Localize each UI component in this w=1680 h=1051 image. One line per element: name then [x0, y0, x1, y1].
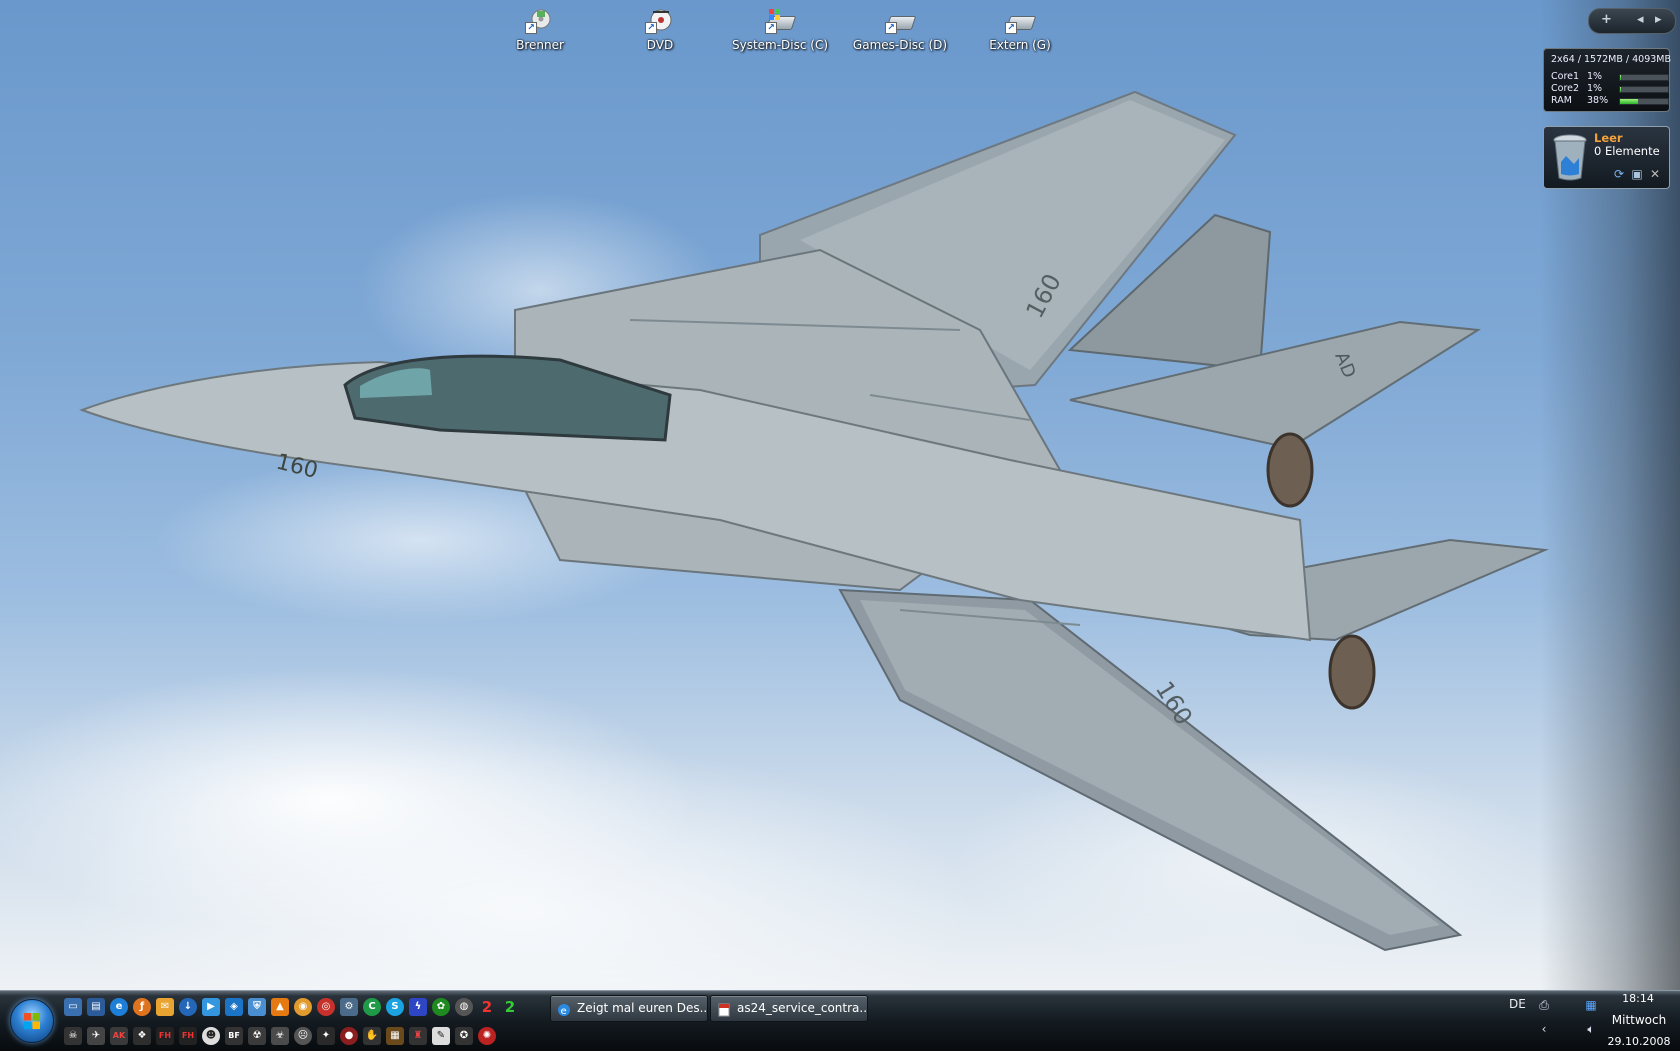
dvd-icon: ↗	[645, 8, 675, 34]
desktop-icon-extern[interactable]: ↗ Extern (G)	[965, 8, 1075, 56]
window-switch-icon[interactable]: ▤	[87, 998, 105, 1016]
game-icon-17[interactable]: ✺	[478, 1027, 496, 1045]
game-icon-8[interactable]: ☣	[271, 1027, 289, 1045]
jet-wallpaper-image: 160 160 160 AD	[79, 90, 1549, 952]
printer-icon[interactable]: ⎙	[1536, 997, 1552, 1013]
sidebar-next-button[interactable]: ▸	[1655, 12, 1662, 27]
desktop-wallpaper: 160 160 160 AD	[0, 0, 1680, 990]
ie-icon: e	[557, 1001, 571, 1017]
drive-icon: ↗	[765, 8, 797, 34]
taskbar: ▭ ▤ e ƒ ✉ ↓ ▶ ◈ ⛨ ▲ ◉ ◎ ⚙ C S ϟ ✿ ◍ 2 2 …	[0, 990, 1680, 1051]
volume-icon[interactable]: 🔈︎	[1583, 1021, 1599, 1037]
network-icon[interactable]: ▦	[1583, 997, 1599, 1013]
task-button-pdf[interactable]: as24_service_contra...	[710, 995, 868, 1022]
game-2-green-icon[interactable]: 2	[501, 998, 519, 1016]
drive-icon: ↗	[885, 8, 917, 34]
clock-date[interactable]: 29.10.2008	[1604, 1035, 1674, 1048]
desktop-icon-system-disc[interactable]: ↗ System-Disc (C)	[725, 8, 835, 56]
mail-icon[interactable]: ✉	[156, 998, 174, 1016]
empty-bin-icon[interactable]: ✕	[1648, 167, 1662, 181]
internet-explorer-icon[interactable]: e	[110, 998, 128, 1016]
recycle-bin-gadget[interactable]: Leer 0 Elemente ⟳ ▣ ✕	[1543, 126, 1670, 189]
messenger-icon[interactable]: ◈	[225, 998, 243, 1016]
utorrent-icon[interactable]: ✿	[432, 998, 450, 1016]
game-icon-6[interactable]: BF	[225, 1027, 243, 1045]
firefox-icon[interactable]: ƒ	[133, 998, 151, 1016]
desktop-icon-brenner[interactable]: ↗ Brenner	[485, 8, 595, 56]
game-icon-9[interactable]: ☹	[294, 1027, 312, 1045]
recycle-bin-icon	[1553, 134, 1587, 181]
steam-icon[interactable]: ◍	[455, 998, 473, 1016]
game-icon-2[interactable]: ✈	[87, 1027, 105, 1045]
sidebar-prev-button[interactable]: ◂	[1637, 12, 1644, 27]
game-icon-10[interactable]: ✦	[317, 1027, 335, 1045]
core1-meter: Core1 1%	[1551, 71, 1669, 82]
drive-icon: ↗	[1005, 8, 1037, 34]
game-icon-7[interactable]: ☢	[248, 1027, 266, 1045]
refresh-icon[interactable]: ⟳	[1612, 167, 1626, 181]
pdf-icon	[717, 1001, 731, 1017]
burner-icon: ↗	[525, 8, 555, 34]
game-2-red-icon[interactable]: 2	[478, 998, 496, 1016]
game-icon-14[interactable]: ♜	[409, 1027, 427, 1045]
vlc-icon[interactable]: ▲	[271, 998, 289, 1016]
game-icon-11[interactable]: ●	[340, 1027, 358, 1045]
open-bin-icon[interactable]: ▣	[1630, 167, 1644, 181]
desktop-icon-games-disc[interactable]: ↗ Games-Disc (D)	[845, 8, 955, 56]
recycle-bin-count: 0 Elemente	[1594, 144, 1660, 158]
skype-icon[interactable]: S	[386, 998, 404, 1016]
desktop-icon-dvd[interactable]: ↗ DVD	[605, 8, 715, 56]
core2-meter: Core2 1%	[1551, 83, 1669, 94]
cpu-meter-gadget[interactable]: 2x64 / 1572MB / 4093MB Core1 1% Core2 1%…	[1543, 48, 1672, 112]
clock-day[interactable]: Mittwoch	[1604, 1013, 1674, 1027]
windows-logo-icon	[24, 1013, 40, 1029]
cpu-meter-header: 2x64 / 1572MB / 4093MB	[1551, 54, 1672, 65]
game-icon-15[interactable]: ✎	[432, 1027, 450, 1045]
audio-icon[interactable]: ◉	[294, 998, 312, 1016]
show-hidden-icons-icon[interactable]: ‹	[1536, 1021, 1552, 1037]
game-icon-13[interactable]: ▦	[386, 1027, 404, 1045]
nero-icon[interactable]: ◎	[317, 998, 335, 1016]
show-desktop-icon[interactable]: ▭	[64, 998, 82, 1016]
game-icon-1[interactable]: ☠	[64, 1027, 82, 1045]
clock-time[interactable]: 18:14	[1620, 992, 1656, 1005]
winamp-icon[interactable]: ϟ	[409, 998, 427, 1016]
task-button-browser[interactable]: e Zeigt mal euren Des...	[550, 995, 708, 1022]
media-player-icon[interactable]: ▶	[202, 998, 220, 1016]
network-tool-icon[interactable]: ⚙	[340, 998, 358, 1016]
download-icon[interactable]: ↓	[179, 998, 197, 1016]
refresh-app-icon[interactable]: C	[363, 998, 381, 1016]
game-icon-12[interactable]: ✋	[363, 1027, 381, 1045]
game-icon-16[interactable]: ✪	[455, 1027, 473, 1045]
add-gadget-button[interactable]: +	[1601, 12, 1612, 27]
svg-text:e: e	[561, 1006, 567, 1017]
ram-meter: RAM 38%	[1551, 95, 1669, 106]
sidebar-controls: + ◂ ▸	[1588, 8, 1676, 34]
game-icon-5[interactable]: ☻	[202, 1027, 220, 1045]
shield-icon[interactable]: ⛨	[248, 998, 266, 1016]
fh2-icon-2[interactable]: FH	[179, 1027, 197, 1045]
language-indicator[interactable]: DE	[1509, 997, 1526, 1011]
start-button[interactable]	[10, 999, 54, 1043]
recycle-bin-status: Leer	[1594, 131, 1623, 145]
fh2-icon-1[interactable]: FH	[156, 1027, 174, 1045]
game-icon-4[interactable]: ❖	[133, 1027, 151, 1045]
game-icon-3[interactable]: AK	[110, 1027, 128, 1045]
